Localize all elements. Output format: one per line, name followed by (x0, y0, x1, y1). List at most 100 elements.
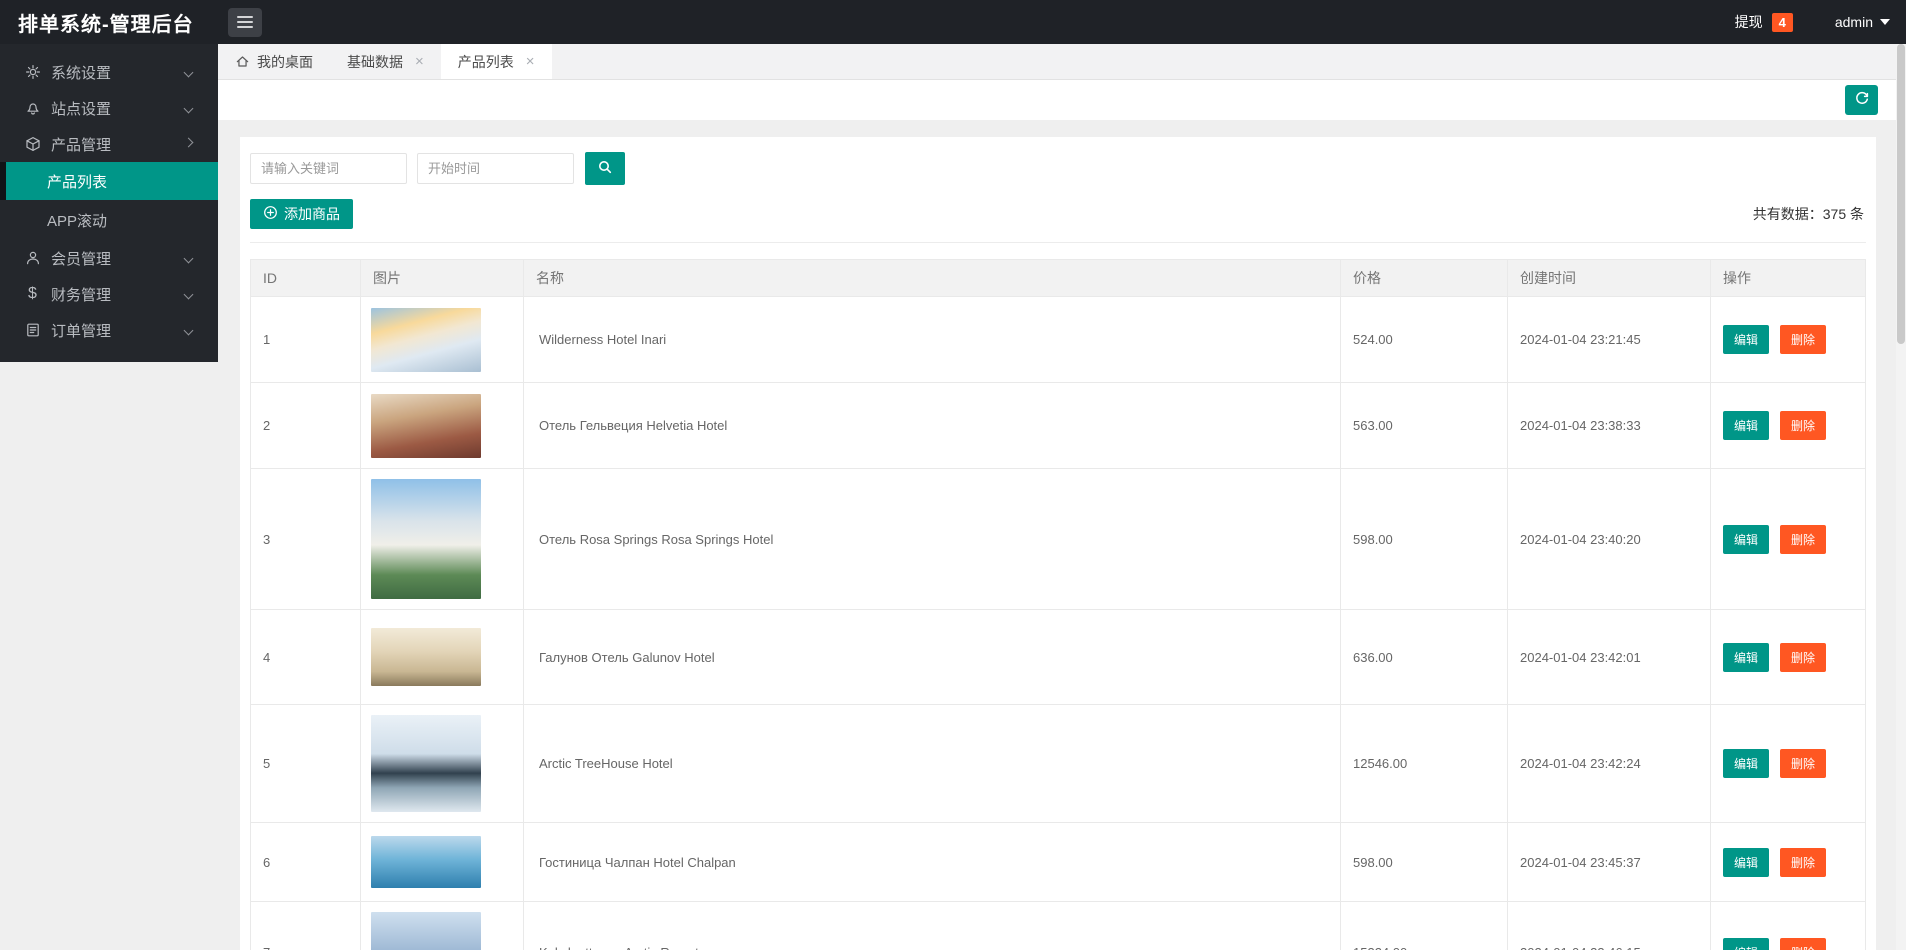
caret-down-icon (1880, 19, 1890, 30)
withdraw-count-badge: 4 (1772, 13, 1793, 32)
chevron-left-icon (184, 103, 194, 113)
cell-id: 4 (251, 610, 361, 705)
delete-button[interactable]: 删除 (1780, 525, 1826, 554)
cell-price: 598.00 (1341, 823, 1508, 902)
edit-button[interactable]: 编辑 (1723, 643, 1769, 672)
scrollbar-thumb[interactable] (1897, 44, 1905, 344)
tab-label: 基础数据 (347, 52, 403, 72)
cell-id: 2 (251, 383, 361, 469)
delete-button[interactable]: 删除 (1780, 938, 1826, 950)
edit-button[interactable]: 编辑 (1723, 325, 1769, 354)
user-icon (24, 250, 41, 267)
cell-price: 636.00 (1341, 610, 1508, 705)
vertical-scrollbar[interactable] (1896, 44, 1906, 950)
dollar-icon: $ (24, 286, 41, 303)
edit-button[interactable]: 编辑 (1723, 848, 1769, 877)
table-row: 4 Галунов Отель Galunov Hotel 636.00 202… (251, 610, 1866, 705)
edit-button[interactable]: 编辑 (1723, 938, 1769, 950)
table-row: 5 Arctic TreeHouse Hotel 12546.00 2024-0… (251, 705, 1866, 823)
cell-id: 7 (251, 902, 361, 950)
search-button[interactable] (585, 152, 625, 185)
main-area: 我的桌面 基础数据 × 产品列表 × (218, 44, 1906, 950)
toolbar-strip (218, 80, 1906, 120)
cell-created: 2024-01-04 23:21:45 (1508, 297, 1711, 383)
cell-name: Гостиница Чалпан Hotel Chalpan (524, 823, 1341, 902)
tab-product-list[interactable]: 产品列表 × (441, 44, 552, 79)
cell-created: 2024-01-04 23:46:15 (1508, 902, 1711, 950)
cell-name: Отель Гельвеция Helvetia Hotel (524, 383, 1341, 469)
cell-price: 12546.00 (1341, 705, 1508, 823)
close-icon[interactable]: × (415, 54, 424, 69)
chevron-left-icon (184, 289, 194, 299)
chevron-down-icon (184, 138, 194, 148)
refresh-icon (1854, 91, 1870, 110)
product-table: ID 图片 名称 价格 创建时间 操作 1 Wilderness Hotel I… (250, 259, 1866, 950)
cell-name: Галунов Отель Galunov Hotel (524, 610, 1341, 705)
sidebar-item-product-management[interactable]: 产品管理 (0, 126, 218, 162)
sidebar-item-site-settings[interactable]: 站点设置 (0, 90, 218, 126)
col-header-price: 价格 (1341, 260, 1508, 297)
withdraw-link[interactable]: 提现 4 (1735, 12, 1793, 32)
sidebar-item-label: 订单管理 (51, 320, 111, 341)
cell-price: 524.00 (1341, 297, 1508, 383)
hamburger-menu-icon[interactable] (228, 8, 262, 37)
table-row: 1 Wilderness Hotel Inari 524.00 2024-01-… (251, 297, 1866, 383)
sidebar-subitem-product-list[interactable]: 产品列表 (0, 162, 218, 200)
sidebar-item-order-management[interactable]: 订单管理 (0, 312, 218, 348)
sidebar-item-member-management[interactable]: 会员管理 (0, 240, 218, 276)
product-image (371, 836, 481, 888)
cell-id: 3 (251, 469, 361, 610)
sidebar-item-system-settings[interactable]: 系统设置 (0, 54, 218, 90)
cell-name: Arctic TreeHouse Hotel (524, 705, 1341, 823)
product-image (371, 479, 481, 599)
col-header-actions: 操作 (1711, 260, 1866, 297)
chevron-left-icon (184, 253, 194, 263)
cell-created: 2024-01-04 23:40:20 (1508, 469, 1711, 610)
user-menu[interactable]: admin (1835, 14, 1890, 30)
tab-bar: 我的桌面 基础数据 × 产品列表 × (218, 44, 1906, 80)
cell-price: 563.00 (1341, 383, 1508, 469)
delete-button[interactable]: 删除 (1780, 411, 1826, 440)
table-row: 2 Отель Гельвеция Helvetia Hotel 563.00 … (251, 383, 1866, 469)
tab-label: 我的桌面 (257, 52, 313, 72)
keyword-input[interactable] (250, 153, 407, 184)
product-image (371, 308, 481, 372)
edit-button[interactable]: 编辑 (1723, 525, 1769, 554)
col-header-name: 名称 (524, 260, 1341, 297)
add-product-button[interactable]: 添加商品 (250, 199, 353, 229)
refresh-button[interactable] (1845, 85, 1878, 115)
tab-basic-data[interactable]: 基础数据 × (330, 44, 441, 79)
product-image (371, 912, 481, 950)
delete-button[interactable]: 删除 (1780, 325, 1826, 354)
table-row: 3 Отель Rosa Springs Rosa Springs Hotel … (251, 469, 1866, 610)
col-header-image: 图片 (361, 260, 524, 297)
delete-button[interactable]: 删除 (1780, 848, 1826, 877)
edit-button[interactable]: 编辑 (1723, 411, 1769, 440)
sidebar-item-label: 会员管理 (51, 248, 111, 269)
delete-button[interactable]: 删除 (1780, 643, 1826, 672)
sidebar-nav: 系统设置 站点设置 产品管理 产品列表 APP滚动 会员管理 $ 财务管理 (0, 44, 218, 362)
chevron-left-icon (184, 67, 194, 77)
table-row: 6 Гостиница Чалпан Hotel Chalpan 598.00 … (251, 823, 1866, 902)
sidebar-subitem-app-scroll[interactable]: APP滚动 (0, 200, 218, 240)
cell-created: 2024-01-04 23:42:24 (1508, 705, 1711, 823)
edit-button[interactable]: 编辑 (1723, 749, 1769, 778)
col-header-created: 创建时间 (1508, 260, 1711, 297)
sidebar-item-finance-management[interactable]: $ 财务管理 (0, 276, 218, 312)
cell-id: 5 (251, 705, 361, 823)
bell-icon (24, 100, 41, 117)
delete-button[interactable]: 删除 (1780, 749, 1826, 778)
gear-icon (24, 64, 41, 81)
search-icon (597, 159, 613, 178)
tab-my-desktop[interactable]: 我的桌面 (218, 44, 330, 79)
sidebar-subitem-label: 产品列表 (47, 171, 107, 192)
product-image (371, 394, 481, 458)
close-icon[interactable]: × (526, 54, 535, 69)
add-row: 添加商品 共有数据：375 条 (250, 199, 1866, 243)
cell-name: Wilderness Hotel Inari (524, 297, 1341, 383)
start-time-input[interactable] (417, 153, 574, 184)
cell-price: 15324.00 (1341, 902, 1508, 950)
add-product-label: 添加商品 (284, 204, 340, 224)
col-header-id: ID (251, 260, 361, 297)
sidebar-item-label: 站点设置 (51, 98, 111, 119)
